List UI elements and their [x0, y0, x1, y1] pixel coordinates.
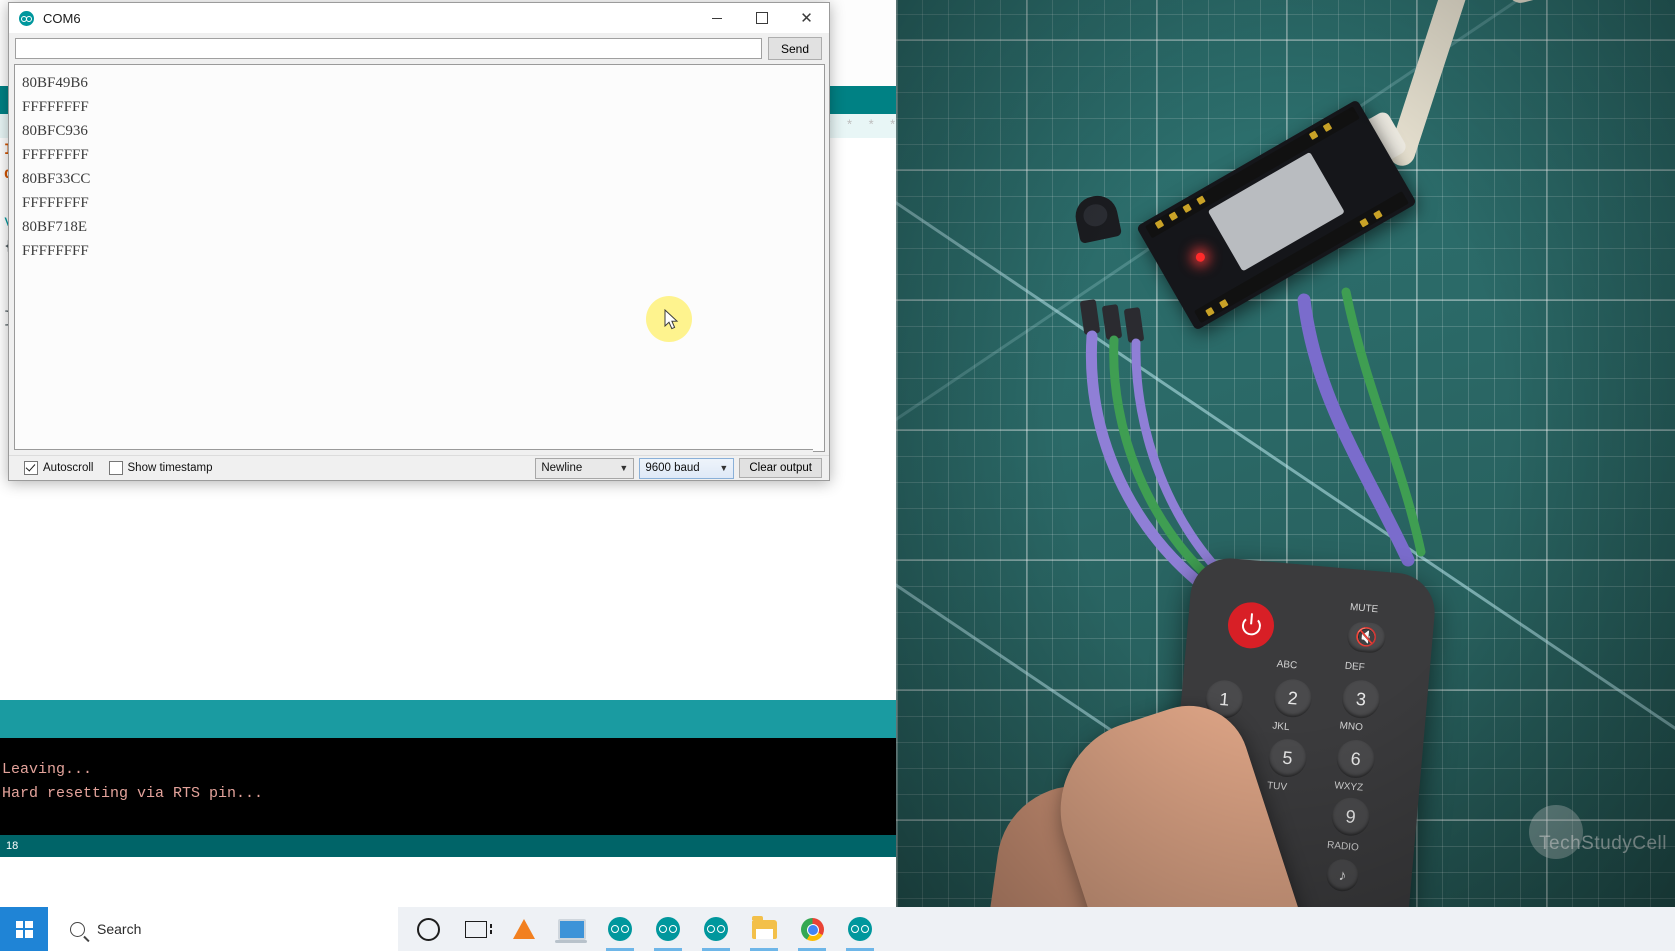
serial-send-input[interactable]	[15, 38, 762, 59]
workbench-photo: 🔇 MUTE 1 2 3 ABC DEF GHI JKL MNO 5 6 TUV…	[896, 0, 1675, 951]
taskbar-arduino-ide-button[interactable]	[836, 907, 884, 951]
serial-monitor-titlebar[interactable]: COM6 ✕	[9, 3, 829, 34]
autoscroll-checkbox[interactable]: Autoscroll	[19, 461, 94, 475]
serial-send-row[interactable]: Send	[9, 34, 829, 63]
serial-output-line: FFFFFFFF	[22, 195, 89, 211]
serial-output-line: 80BFC936	[22, 123, 88, 139]
close-icon: ✕	[800, 9, 813, 27]
photo-vignette	[896, 0, 1675, 951]
taskbar-chrome-button[interactable]	[788, 907, 836, 951]
show-timestamp-checkbox[interactable]: Show timestamp	[104, 461, 213, 475]
taskbar-cortana-button[interactable]	[404, 907, 452, 951]
send-button[interactable]: Send	[768, 37, 822, 60]
console-line: Leaving...	[2, 761, 93, 778]
taskbar-file-explorer-button[interactable]	[740, 907, 788, 951]
serial-output-line: FFFFFFFF	[22, 147, 89, 163]
maximize-icon	[755, 12, 768, 24]
window-controls[interactable]: ✕	[694, 3, 829, 33]
chevron-down-icon: ▼	[619, 463, 629, 473]
chevron-down-icon: ▼	[719, 463, 729, 473]
line-ending-select[interactable]: Newline ▼	[535, 457, 635, 479]
status-line-number: 18	[6, 840, 19, 852]
upload-console: Leaving... Hard resetting via RTS pin...	[0, 738, 896, 835]
taskbar-remote-desktop-button[interactable]	[548, 907, 596, 951]
show-timestamp-label: Show timestamp	[127, 462, 213, 474]
serial-monitor-window[interactable]: COM6 ✕ Send 80BF49B6 FFFFFFFF 80BFC936 FFFF…	[8, 2, 830, 481]
serial-output-area[interactable]: 80BF49B6 FFFFFFFF 80BFC936 FFFFFFFF 80BF33CC…	[14, 64, 823, 450]
file-explorer-icon	[751, 915, 777, 939]
checkbox-checked-icon	[24, 461, 38, 475]
serial-output-line: 80BF33CC	[22, 171, 91, 187]
serial-output-scrollbar[interactable]	[813, 64, 825, 452]
status-bar: 18	[0, 835, 896, 857]
start-button[interactable]	[0, 907, 48, 951]
minimize-icon	[711, 17, 722, 19]
taskbar-arduino-ide-button[interactable]	[596, 907, 644, 951]
baud-rate-select[interactable]: 9600 baud ▼	[639, 457, 735, 479]
clear-output-button[interactable]: Clear output	[739, 458, 822, 478]
cortana-icon	[416, 917, 440, 941]
taskbar-task-view-button[interactable]	[452, 907, 500, 951]
search-icon	[70, 921, 85, 937]
maximize-button[interactable]	[739, 3, 784, 33]
arduino-ide-icon-2	[656, 917, 680, 941]
arduino-icon	[19, 10, 34, 26]
serial-output-line: FFFFFFFF	[22, 243, 89, 259]
search-placeholder: Search	[97, 921, 142, 937]
serial-output-line: FFFFFFFF	[22, 99, 89, 115]
serial-output-line: 80BF49B6	[22, 75, 88, 91]
console-line: Hard resetting via RTS pin...	[2, 785, 264, 802]
console-header-bar	[0, 700, 896, 738]
editor-hidden-text-1: * * * * * *	[824, 118, 896, 133]
taskbar-vlc-button[interactable]	[500, 907, 548, 951]
arduino-ide-icon-1	[608, 917, 632, 941]
windows-logo-icon	[15, 920, 33, 938]
serial-output-line: 80BF718E	[22, 219, 88, 235]
taskbar-search[interactable]: Search	[48, 907, 398, 951]
vlc-icon	[513, 919, 535, 939]
taskbar-icon-list[interactable]	[404, 907, 884, 951]
line-ending-value: Newline	[541, 462, 583, 474]
minimize-button[interactable]	[694, 3, 739, 33]
close-button[interactable]: ✕	[784, 3, 829, 33]
chrome-icon	[800, 917, 824, 941]
taskbar-arduino-ide-button[interactable]	[644, 907, 692, 951]
window-title: COM6	[43, 10, 81, 26]
taskbar-arduino-ide-button[interactable]	[692, 907, 740, 951]
autoscroll-label: Autoscroll	[43, 462, 94, 474]
task-view-icon	[465, 920, 492, 938]
serial-monitor-controls[interactable]: Autoscroll Show timestamp Newline ▼ 9600…	[9, 455, 829, 480]
windows-taskbar[interactable]: Search	[0, 907, 1675, 951]
arduino-ide-icon-4	[848, 917, 872, 941]
checkbox-unchecked-icon	[108, 461, 123, 475]
remote-desktop-icon	[555, 918, 587, 943]
baud-rate-value: 9600 baud	[645, 462, 700, 474]
arduino-ide-icon-3	[704, 917, 728, 941]
